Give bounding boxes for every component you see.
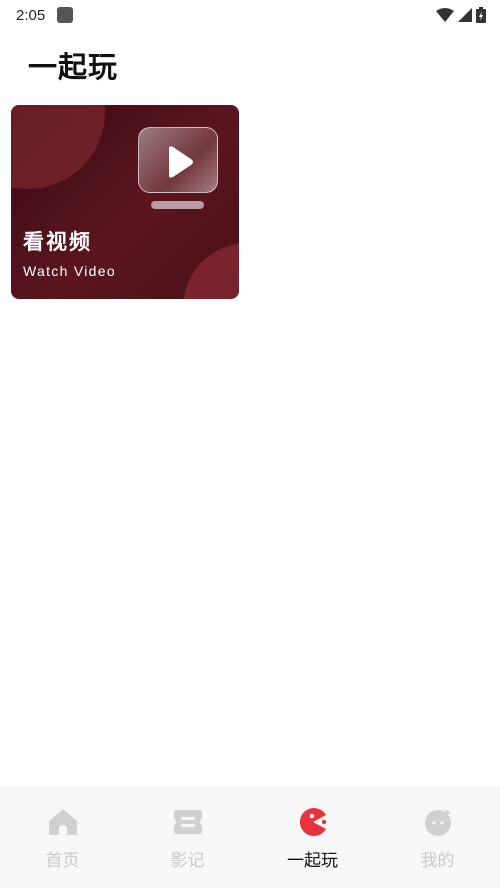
nav-item-records[interactable]: 影记	[143, 807, 233, 871]
status-time: 2:05	[16, 6, 46, 24]
nav-item-home[interactable]: 首页	[18, 807, 108, 871]
nav-label-records: 影记	[170, 851, 205, 871]
card-subtitle: Watch Video	[23, 263, 116, 279]
page-title: 一起玩	[28, 50, 119, 84]
status-bar: 2:05	[0, 0, 500, 30]
face-icon	[423, 807, 453, 837]
status-left: 2:05	[16, 6, 74, 24]
app-notification-icon	[57, 7, 74, 23]
ticket-icon	[173, 807, 203, 837]
nav-item-mine[interactable]: 我的	[393, 807, 483, 871]
nav-item-play-together[interactable]: 一起玩	[268, 807, 358, 871]
pacman-icon	[298, 807, 328, 837]
card-decoration-circle	[183, 243, 239, 299]
home-icon	[48, 807, 78, 837]
battery-icon	[476, 7, 486, 23]
wifi-icon	[436, 8, 454, 22]
play-icon	[169, 146, 193, 178]
card-decoration-circle	[11, 105, 105, 189]
card-title: 看视频	[23, 230, 92, 254]
signal-icon	[458, 8, 472, 22]
nav-label-play-together: 一起玩	[287, 851, 338, 871]
nav-label-home: 首页	[45, 851, 80, 871]
nav-label-mine: 我的	[420, 851, 455, 871]
watch-video-card[interactable]: 看视频 Watch Video	[11, 105, 239, 299]
bottom-nav: 首页 影记 一起玩 我的	[0, 787, 500, 888]
screen: 2:05 一起玩 看视频 Watch Video 首页 影记 一起玩 我的	[0, 0, 500, 888]
status-right	[436, 7, 486, 23]
tv-stand-icon	[151, 201, 204, 209]
